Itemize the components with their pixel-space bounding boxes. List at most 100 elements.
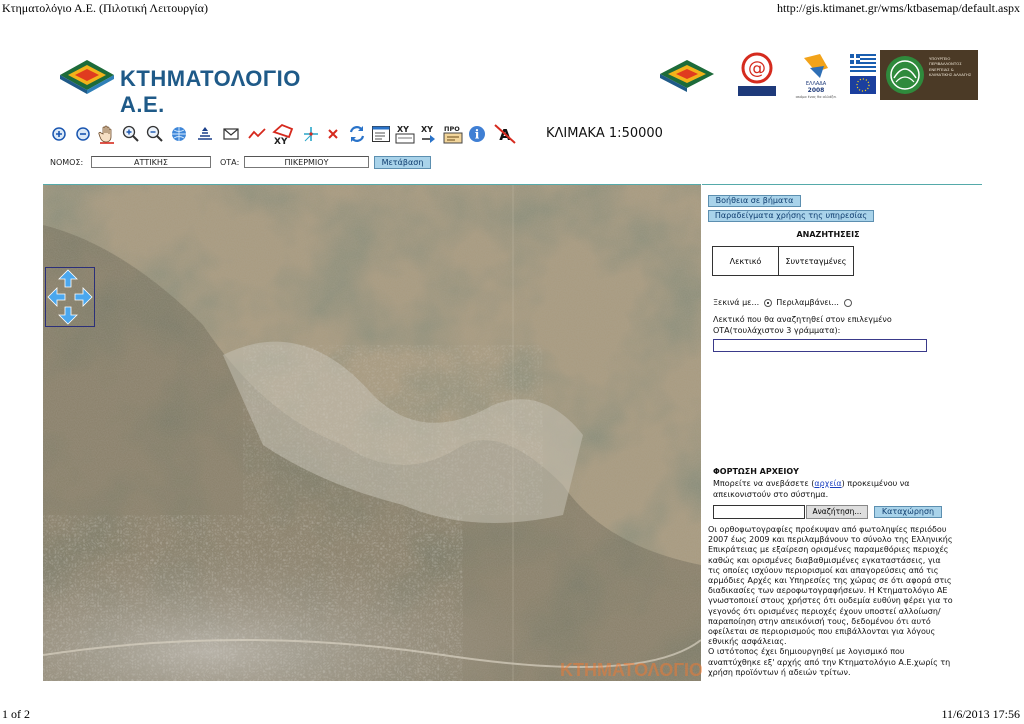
xy-goto-button[interactable]: XY xyxy=(418,122,440,146)
print-datetime: 11/6/2013 17:56 xyxy=(941,707,1020,721)
ellada-2008-logo-icon: ΕΛΛΑΔΑ 2008 ακόμα ένας θα αλλάξει xyxy=(796,54,838,99)
page-counter: 1 of 2 xyxy=(2,707,30,721)
zoom-box-out-button[interactable] xyxy=(144,122,166,146)
ellada-sub: ακόμα ένας θα αλλάξει xyxy=(796,95,838,99)
email-button[interactable] xyxy=(220,122,242,146)
svg-text:@: @ xyxy=(748,58,766,79)
ellada-year: 2008 xyxy=(808,87,825,94)
pan-arrows-control[interactable] xyxy=(45,267,95,327)
partner-logos: @ ΕΛΛΑΔΑ 2008 ακόμα ένας θα αλλάξει ΥΠΟΥ… xyxy=(656,50,980,102)
ktimatologio-logo[interactable]: ΚΤΗΜΑΤΟΛΟΓΙΟ Α.Ε. xyxy=(58,56,318,117)
tab-text[interactable]: Λεκτικό xyxy=(713,247,779,275)
radio-starts[interactable] xyxy=(763,298,772,307)
measure-button[interactable] xyxy=(246,122,268,146)
map-scale: ΚΛΙΜΑΚΑ 1:50000 xyxy=(546,126,663,141)
upload-description: Μπορείτε να ανεβάσετε (αρχεία) προκειμέν… xyxy=(713,479,910,499)
svg-text:ΠΡΟ: ΠΡΟ xyxy=(444,125,460,133)
upload-title: ΦΟΡΤΩΣΗ ΑΡΧΕΙΟΥ xyxy=(713,467,799,476)
browse-button[interactable]: Αναζήτηση... xyxy=(806,505,868,519)
tab-coordinates[interactable]: Συντεταγμένες xyxy=(779,247,853,275)
help-steps-button[interactable]: Βοήθεια σε βήματα xyxy=(708,195,801,207)
files-link[interactable]: αρχεία xyxy=(814,479,841,488)
print-header: Κτηματολόγιο Α.Ε. (Πιλοτική Λειτουργία) … xyxy=(0,0,1024,16)
go-button[interactable]: Μετάβαση xyxy=(374,156,431,169)
search-text-input[interactable] xyxy=(713,339,927,352)
legend-window-icon xyxy=(372,126,390,142)
ministry-text: ΥΠΟΥΡΓΕΙΟ ΠΕΡΙΒΑΛΛΟΝΤΟΣ ΕΝΕΡΓΕΙΑΣ & ΚΛΙΜ… xyxy=(929,56,972,78)
radio-contains[interactable] xyxy=(843,298,852,307)
xy-locate-icon: XY xyxy=(272,123,294,146)
pan-button[interactable] xyxy=(96,122,118,146)
search-panel: Βοήθεια σε βήματα Παραδείγματα χρήσης τη… xyxy=(702,184,982,681)
full-extent-button[interactable] xyxy=(168,122,190,146)
pan-up-icon[interactable] xyxy=(58,269,78,288)
radio-starts-label: Ξεκινά με... xyxy=(713,298,760,307)
ota-label: ΟΤΑ: xyxy=(220,158,240,167)
pan-hand-icon xyxy=(98,125,114,144)
layers-button[interactable] xyxy=(194,122,216,146)
svg-text:XY: XY xyxy=(274,137,288,146)
ministry-logo: ΥΠΟΥΡΓΕΙΟ ΠΕΡΙΒΑΛΛΟΝΤΟΣ ΕΝΕΡΓΕΙΑΣ & ΚΛΙΜ… xyxy=(880,50,978,100)
identify-layers-icon xyxy=(198,127,212,140)
search-mode-options: Ξεκινά με... Περιλαμβάνει... xyxy=(713,298,854,307)
pan-left-icon[interactable] xyxy=(47,287,66,307)
orthophoto-map[interactable] xyxy=(43,185,701,681)
page-url: http://gis.ktimanet.gr/wms/ktbasemap/def… xyxy=(777,1,1020,15)
svg-text:i: i xyxy=(475,128,480,142)
point-draw-icon xyxy=(304,127,318,142)
nomos-label: ΝΟΜΟΣ: xyxy=(50,158,84,167)
orthophoto-disclaimer: Οι ορθοφωτογραφίες προέκυψαν από φωτοληψ… xyxy=(708,525,954,678)
search-tabs: Λεκτικό Συντεταγμένες xyxy=(712,246,854,276)
label-toggle-button[interactable]: A xyxy=(492,122,518,146)
info-button[interactable]: i xyxy=(466,122,488,146)
logo-mark-icon xyxy=(60,60,114,94)
point-draw-button[interactable] xyxy=(300,122,322,146)
zoom-out-icon xyxy=(76,127,90,141)
full-extent-icon xyxy=(172,127,186,141)
xy-coordinates-button[interactable]: XY xyxy=(394,122,416,146)
zoom-in-button[interactable] xyxy=(48,122,70,146)
xy-coordinates-icon: XY xyxy=(395,125,415,144)
map-view[interactable] xyxy=(43,184,701,681)
svg-text:XY: XY xyxy=(397,125,409,134)
zoom-out-button[interactable] xyxy=(72,122,94,146)
pan-right-icon[interactable] xyxy=(74,287,93,307)
ministry-emblem-icon xyxy=(886,56,924,94)
xy-locate-button[interactable]: XY xyxy=(270,122,298,146)
print-button[interactable]: ΠΡΟ xyxy=(442,122,464,146)
page-title: Κτηματολόγιο Α.Ε. (Πιλοτική Λειτουργία) xyxy=(2,1,208,15)
clear-icon xyxy=(328,129,338,139)
e-government-logo-icon: @ xyxy=(738,52,776,96)
nomos-select[interactable]: ΑΤΤΙΚΗΣ xyxy=(91,156,211,168)
greece-eu-flags-icon xyxy=(850,54,876,94)
pan-down-icon[interactable] xyxy=(58,306,78,325)
software-note: Ο ιστότοπος έχει δημιουργηθεί με λογισμι… xyxy=(708,647,951,677)
logo-text: ΚΤΗΜΑΤΟΛΟΓΙΟ Α.Ε. xyxy=(120,66,301,117)
disclaimer-text: Οι ορθοφωτογραφίες προέκυψαν από φωτοληψ… xyxy=(708,525,953,647)
file-path-input[interactable] xyxy=(713,505,805,519)
ota-select[interactable]: ΠΙΚΕΡΜΙΟΥ xyxy=(244,156,369,168)
zoom-box-out-icon xyxy=(146,125,163,142)
svg-text:XY: XY xyxy=(421,125,433,134)
xy-goto-icon: XY xyxy=(421,125,435,143)
map-toolbar: XY XY XY ΠΡΟ i A ΚΛΙΜΑΚΑ 1:50000 xyxy=(48,122,688,148)
submit-upload-button[interactable]: Καταχώρηση xyxy=(874,506,942,518)
envelope-icon xyxy=(223,128,239,140)
info-icon: i xyxy=(469,126,485,142)
radio-contains-label: Περιλαμβάνει... xyxy=(776,298,839,307)
clear-button[interactable] xyxy=(322,122,344,146)
refresh-icon xyxy=(349,126,365,142)
zoom-in-icon xyxy=(52,127,66,141)
measure-line-icon xyxy=(248,128,266,139)
search-title: ΑΝΑΖΗΤΗΣΕΙΣ xyxy=(796,230,860,239)
legend-button[interactable] xyxy=(370,122,392,146)
map-watermark: ΚΤΗΜΑΤΟΛΟΓΙΟ xyxy=(560,660,704,680)
print-icon: ΠΡΟ xyxy=(443,125,463,144)
refresh-button[interactable] xyxy=(346,122,368,146)
label-toggle-icon: A xyxy=(494,124,516,144)
print-footer: 1 of 2 11/6/2013 17:56 xyxy=(0,707,1024,724)
usage-examples-button[interactable]: Παραδείγματα χρήσης της υπηρεσίας xyxy=(708,210,874,222)
search-hint: Λεκτικό που θα αναζητηθεί στον επιλεγμέν… xyxy=(713,315,892,335)
zoom-box-in-button[interactable] xyxy=(120,122,142,146)
zoom-box-in-icon xyxy=(122,125,139,142)
